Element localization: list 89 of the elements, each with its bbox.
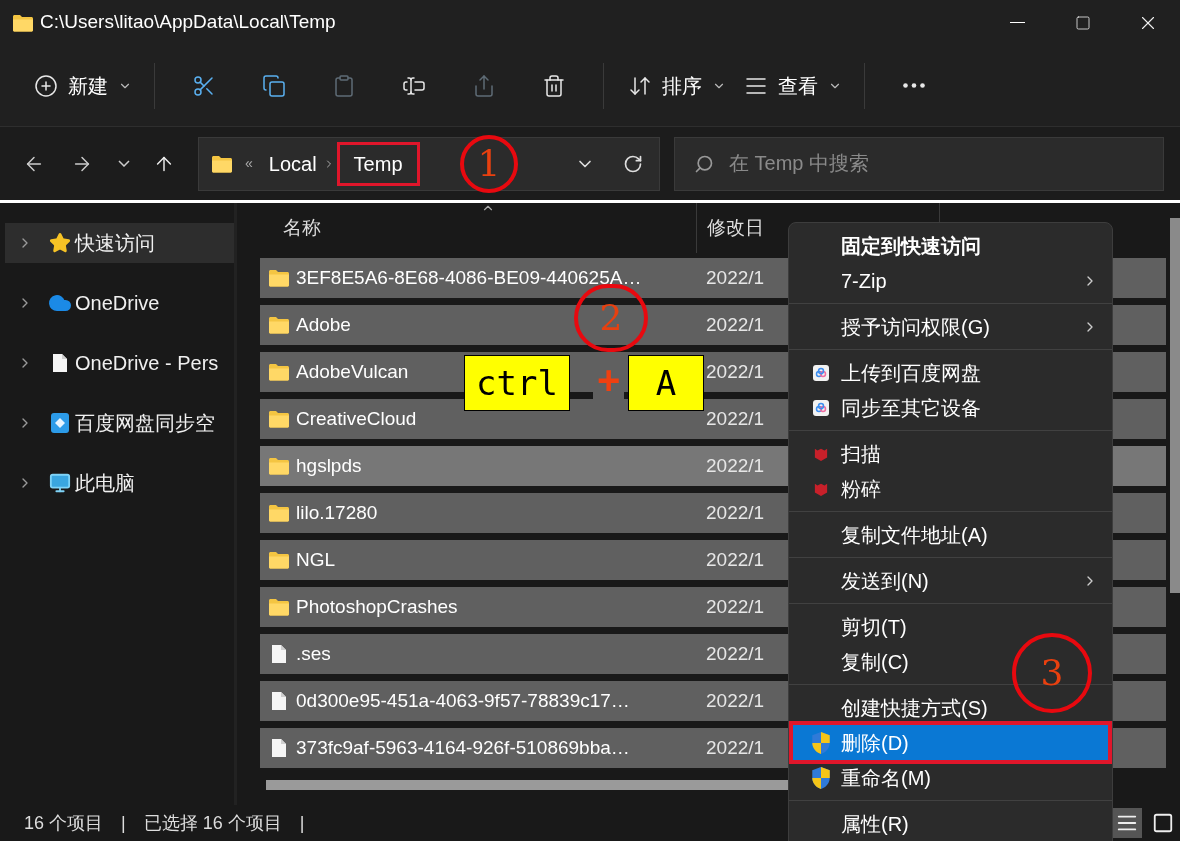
menu-item[interactable]: 创建快捷方式(S) [841, 692, 988, 723]
modified-date: 2022/1 [706, 735, 765, 760]
folder-icon [12, 13, 34, 32]
file-icon [52, 353, 68, 373]
file-name: PhotoshopCrashes [296, 594, 458, 619]
modified-date: 2022/1 [706, 547, 765, 572]
overflow-chevron[interactable]: « [245, 153, 253, 174]
sync-folder-icon [50, 412, 70, 434]
folder-icon [268, 504, 290, 522]
menu-item[interactable]: 7-Zip [841, 265, 887, 296]
folder-icon [268, 316, 290, 334]
modified-date: 2022/1 [706, 500, 765, 525]
status-text: | [299, 811, 305, 835]
tiles-icon [1152, 812, 1174, 834]
file-icon [271, 644, 287, 664]
cloud-app-icon [813, 364, 829, 381]
menu-item[interactable]: 复制(C) [841, 646, 909, 677]
new-button[interactable]: 新建 [24, 60, 140, 111]
modified-date: 2022/1 [706, 641, 765, 666]
modified-date: 2022/1 [706, 312, 765, 337]
modified-date: 2022/1 [706, 406, 765, 431]
refresh-icon [623, 153, 643, 174]
menu-item[interactable]: 上传到百度网盘 [841, 357, 981, 388]
step-number: 2 [574, 284, 648, 352]
modified-date: 2022/1 [706, 453, 765, 478]
file-name: lilo.17280 [296, 500, 378, 525]
view-button[interactable]: 查看 [734, 60, 850, 111]
vertical-scrollbar[interactable] [1170, 218, 1180, 593]
menu-item[interactable]: 固定到快速访问 [841, 230, 981, 261]
sidebar-item[interactable]: OneDrive [5, 283, 234, 323]
shield-icon [810, 730, 832, 755]
step-number: 1 [460, 135, 518, 193]
minimize-icon [1010, 21, 1025, 24]
clipboard-icon [332, 73, 356, 98]
file-name: 0d300e95-451a-4063-9f57-78839c17… [296, 688, 630, 713]
key-label: A [628, 355, 704, 411]
window-title: C:\Users\litao\AppData\Local\Temp [40, 10, 336, 35]
cloud-app-icon [813, 399, 829, 416]
menu-item[interactable]: 属性(R) [841, 808, 909, 839]
chevron-down-icon [118, 160, 130, 167]
sidebar-item[interactable]: 百度网盘同步空 [5, 403, 234, 443]
column-header[interactable]: 修改日 [707, 213, 764, 243]
maximize-icon [1074, 14, 1091, 31]
file-icon [271, 738, 287, 758]
folder-icon [268, 269, 290, 287]
sidebar-item[interactable]: 快速访问 [5, 223, 234, 263]
menu-item[interactable]: 删除(D) [841, 727, 909, 758]
details-view-button[interactable] [1112, 808, 1142, 838]
monitor-icon [49, 472, 71, 494]
sidebar-item[interactable]: 此电脑 [5, 463, 234, 503]
add-icon [34, 73, 58, 98]
sort-button[interactable]: 排序 [618, 60, 734, 111]
shield-icon [810, 765, 832, 790]
folder-icon [268, 363, 290, 381]
file-name: hgslpds [296, 453, 362, 478]
folder-icon [268, 410, 290, 428]
file-name: AdobeVulcan [296, 359, 409, 384]
share-icon [472, 73, 496, 98]
file-name: CreativeCloud [296, 406, 417, 431]
search-field[interactable]: 在 Temp 中搜索 [674, 136, 1164, 191]
modified-date: 2022/1 [706, 688, 765, 713]
file-icon [271, 691, 287, 711]
modified-date: 2022/1 [706, 594, 765, 619]
folder-icon [268, 551, 290, 569]
step-number: 3 [1012, 633, 1092, 713]
status-text: 已选择 16 个项目 [143, 811, 282, 835]
key-label: ctrl [464, 355, 570, 411]
folder-icon [268, 457, 290, 475]
copy-icon [262, 73, 286, 98]
sidebar-item[interactable]: OneDrive - Pers [5, 343, 234, 383]
breadcrumb[interactable]: Local [264, 148, 321, 179]
scissors-icon [192, 73, 216, 98]
status-text: 16 个项目 [24, 811, 104, 835]
file-name: Adobe [296, 312, 351, 337]
search-icon [694, 153, 714, 174]
breadcrumb[interactable]: Temp [336, 141, 420, 186]
status-text: | [121, 811, 126, 835]
star-icon [49, 232, 71, 254]
more-icon [903, 83, 925, 88]
menu-item[interactable]: 授予访问权限(G) [841, 311, 990, 342]
modified-date: 2022/1 [706, 265, 765, 290]
folder-icon [211, 154, 233, 173]
folder-icon [268, 598, 290, 616]
trash-icon [542, 73, 566, 98]
file-name: .ses [296, 641, 331, 666]
file-name: 373fc9af-5963-4164-926f-510869bba… [296, 735, 630, 760]
column-header[interactable]: 名称 [283, 213, 321, 243]
modified-date: 2022/1 [706, 359, 765, 384]
file-name: NGL [296, 547, 336, 572]
